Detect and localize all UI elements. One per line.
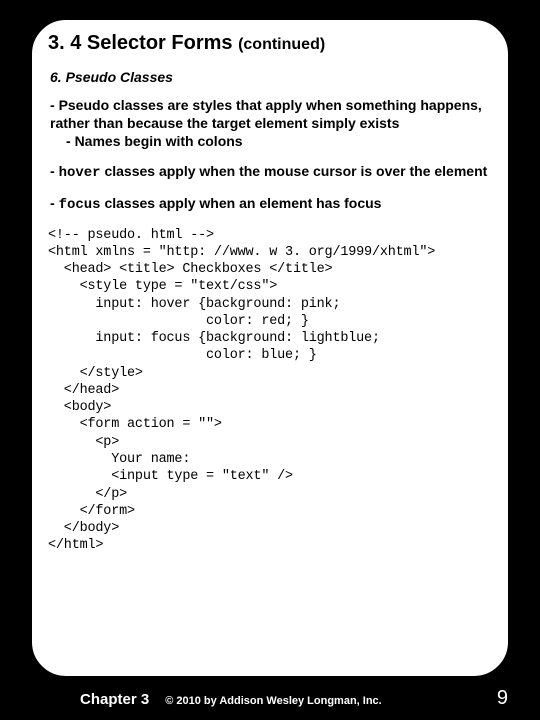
footer-chapter: Chapter 3 <box>80 691 149 708</box>
mono-term: focus <box>59 197 101 213</box>
bullet-dash: - <box>50 195 59 211</box>
footer: Chapter 3 © 2010 by Addison Wesley Longm… <box>0 687 540 710</box>
bullet-1-sub: - Names begin with colons <box>50 133 492 151</box>
bullet-1: - Pseudo classes are styles that apply w… <box>50 97 492 151</box>
bullet-dash: - <box>50 163 59 179</box>
title-main: 3. 4 Selector Forms <box>48 32 238 54</box>
bullet-2: - hover classes apply when the mouse cur… <box>50 163 492 183</box>
bullet-text: Names begin with colons <box>75 133 243 149</box>
footer-page-number: 9 <box>497 687 508 710</box>
footer-copyright: © 2010 by Addison Wesley Longman, Inc. <box>165 695 479 707</box>
bullet-3: - focus classes apply when an element ha… <box>50 195 492 215</box>
title-continued: (continued) <box>238 36 325 53</box>
bullet-text: Pseudo classes are styles that apply whe… <box>50 97 482 131</box>
mono-term: hover <box>59 165 101 181</box>
bullet-text: classes apply when the mouse cursor is o… <box>101 163 488 179</box>
subheading: 6. Pseudo Classes <box>50 69 492 85</box>
bullet-dash: - <box>66 133 75 149</box>
bullet-dash: - <box>50 97 59 113</box>
slide-frame: 3. 4 Selector Forms (continued) 6. Pseud… <box>30 18 510 678</box>
bullet-text: classes apply when an element has focus <box>101 195 382 211</box>
slide-title: 3. 4 Selector Forms (continued) <box>48 32 492 55</box>
code-block: <!-- pseudo. html --> <html xmlns = "htt… <box>48 227 492 555</box>
